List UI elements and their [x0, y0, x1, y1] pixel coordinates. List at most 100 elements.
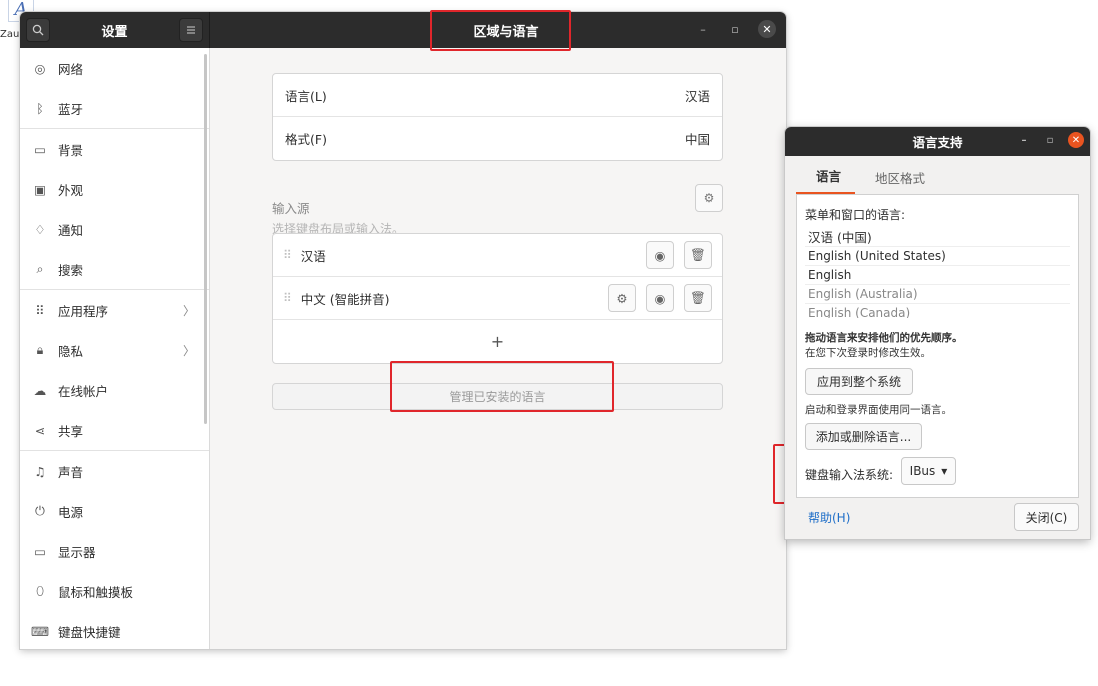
- chevron-right-icon: 〉: [182, 343, 195, 358]
- add-remove-languages-button[interactable]: 添加或删除语言...: [805, 423, 922, 450]
- sidebar-item-search[interactable]: ⌕ 搜索: [20, 249, 209, 289]
- dialog-close-button[interactable]: 关闭(C): [1014, 503, 1079, 531]
- settings-sidebar: ◎ 网络 ᛒ 蓝牙 ▭ 背景 ▣ 外观 ♢ 通知 ⌕ 搜索 ⠿ 应用程序〉 🔒︎ 隐私〉 ☁︎ 在…: [20, 48, 210, 649]
- language-support-dialog: 语言支持 – ▫ ✕ 语言 地区格式 菜单和窗口的语言: 汉语 (中国) Eng…: [785, 127, 1090, 539]
- cloud-icon: ☁︎: [33, 382, 47, 398]
- close-button[interactable]: ✕: [1068, 132, 1084, 148]
- list-item[interactable]: English (United States): [805, 247, 1070, 266]
- remove-button[interactable]: 🗑︎: [684, 284, 712, 312]
- input-sources-title: 输入源: [272, 201, 310, 216]
- network-icon: ◎: [34, 60, 46, 76]
- sidebar-item-sound[interactable]: ♫ 声音: [20, 451, 209, 491]
- caret-down-icon: ▾: [941, 464, 948, 478]
- input-source-label: 汉语: [300, 248, 326, 264]
- sidebar-item-privacy[interactable]: 🔒︎ 隐私 〉: [20, 330, 209, 370]
- sidebar-item-label: 隐私: [58, 343, 84, 359]
- input-source-row[interactable]: ⠿ 汉语 ◉ 🗑︎: [273, 234, 722, 277]
- trash-icon: 🗑︎: [690, 290, 706, 305]
- language-label: 语言(L): [285, 88, 327, 104]
- tab-language[interactable]: 语言: [796, 166, 856, 194]
- list-item[interactable]: English (Canada): [805, 304, 1070, 318]
- maximize-button[interactable]: ▫: [726, 20, 744, 38]
- tab-regional-formats[interactable]: 地区格式: [855, 168, 939, 194]
- sidebar-item-apps[interactable]: ⠿ 应用程序 〉: [20, 290, 209, 330]
- minimize-button[interactable]: –: [1016, 132, 1032, 148]
- language-row[interactable]: 语言(L) 汉语: [273, 74, 722, 117]
- input-sources-options-button[interactable]: ⚙: [695, 184, 723, 212]
- sidebar-item-appearance[interactable]: ▣ 外观: [20, 169, 209, 209]
- sidebar-item-label: 显示器: [58, 544, 96, 560]
- sidebar-item-online-accounts[interactable]: ☁︎ 在线帐户: [20, 370, 209, 410]
- input-source-settings-button[interactable]: ⚙: [608, 284, 636, 312]
- bell-icon: ♢: [34, 221, 46, 237]
- drag-handle-icon[interactable]: ⠿: [283, 248, 292, 262]
- sidebar-item-keyboard-shortcuts[interactable]: ⌨ 键盘快捷键: [20, 611, 209, 649]
- sidebar-item-background[interactable]: ▭ 背景: [20, 129, 209, 169]
- format-value: 中国: [684, 132, 710, 147]
- sidebar-item-label: 网络: [58, 61, 84, 77]
- sidebar-item-notifications[interactable]: ♢ 通知: [20, 209, 209, 249]
- sidebar-item-bluetooth[interactable]: ᛒ 蓝牙: [20, 88, 209, 128]
- search-button[interactable]: [26, 18, 50, 42]
- sidebar-item-label: 键盘快捷键: [58, 624, 121, 640]
- manage-installed-languages-button[interactable]: 管理已安装的语言: [272, 383, 723, 410]
- sidebar-item-label: 共享: [58, 423, 84, 439]
- page-title: 区域与语言: [473, 24, 539, 40]
- sidebar-item-displays[interactable]: ▭ 显示器: [20, 531, 209, 571]
- menu-language-label: 菜单和窗口的语言:: [805, 208, 906, 222]
- input-source-row[interactable]: ⠿ 中文 (智能拼音) ⚙ ◉ 🗑︎: [273, 277, 722, 320]
- sidebar-item-sharing[interactable]: ⋖ 共享: [20, 410, 209, 450]
- language-value: 汉语: [684, 88, 710, 104]
- list-item[interactable]: 汉语 (中国): [805, 228, 1070, 247]
- list-item[interactable]: English: [805, 266, 1070, 285]
- eye-icon: ◉: [654, 247, 666, 263]
- hamburger-icon: [186, 26, 195, 34]
- dialog-tabs: 语言 地区格式: [796, 165, 1079, 195]
- sidebar-item-label: 鼠标和触摸板: [58, 584, 134, 600]
- plus-icon: +: [490, 332, 505, 351]
- add-input-source-button[interactable]: +: [273, 320, 722, 363]
- keyboard-input-method-select[interactable]: IBus ▾: [901, 457, 956, 485]
- sidebar-item-label: 搜索: [58, 262, 84, 278]
- format-label: 格式(F): [285, 132, 327, 147]
- minimize-button[interactable]: –: [694, 20, 712, 38]
- display-icon: ▭: [34, 543, 46, 559]
- format-row[interactable]: 格式(F) 中国: [273, 117, 722, 160]
- window-controls: – ▫ ✕: [694, 20, 776, 38]
- preview-button[interactable]: ◉: [646, 284, 674, 312]
- preview-button[interactable]: ◉: [646, 241, 674, 269]
- list-item[interactable]: English (Australia): [805, 285, 1070, 304]
- apply-system-wide-button[interactable]: 应用到整个系统: [805, 368, 913, 395]
- sidebar-item-power[interactable]: ⏻ 电源: [20, 491, 209, 531]
- language-tab-content: 菜单和窗口的语言: 汉语 (中国) English (United States…: [796, 195, 1079, 498]
- close-button[interactable]: ✕: [758, 20, 776, 38]
- sidebar-item-label: 在线帐户: [58, 383, 109, 399]
- settings-headerbar: 设置 区域与语言 – ▫ ✕: [20, 12, 786, 48]
- sidebar-item-mouse[interactable]: ⬯ 鼠标和触摸板: [20, 571, 209, 611]
- maximize-button[interactable]: ▫: [1042, 132, 1058, 148]
- remove-button[interactable]: 🗑︎: [684, 241, 712, 269]
- keyboard-input-method-label: 键盘输入法系统:: [805, 468, 894, 482]
- language-format-list: 语言(L) 汉语 格式(F) 中国: [272, 73, 723, 161]
- drag-order-hint: 拖动语言来安排他们的优先顺序。: [805, 332, 963, 344]
- help-button[interactable]: 帮助(H): [808, 509, 850, 526]
- trash-icon: 🗑︎: [690, 247, 706, 262]
- next-login-hint: 在您下次登录时修改生效。: [805, 347, 931, 359]
- drag-handle-icon[interactable]: ⠿: [283, 291, 292, 305]
- share-icon: ⋖: [34, 422, 46, 438]
- input-sources-list: ⠿ 汉语 ◉ 🗑︎ ⠿ 中文 (智能拼音) ⚙ ◉ 🗑︎ +: [272, 233, 723, 364]
- sidebar-item-label: 蓝牙: [58, 101, 84, 117]
- keyboard-input-method-value: IBus: [909, 464, 936, 478]
- background-icon: ▭: [34, 141, 46, 157]
- gear-icon: ⚙: [703, 191, 715, 205]
- input-source-label: 中文 (智能拼音): [300, 291, 390, 307]
- sidebar-item-label: 背景: [58, 142, 84, 158]
- appearance-icon: ▣: [34, 181, 46, 197]
- sidebar-item-label: 通知: [58, 222, 84, 238]
- language-list[interactable]: 汉语 (中国) English (United States) English …: [805, 228, 1070, 318]
- sidebar-item-label: 声音: [58, 464, 84, 480]
- sidebar-item-label: 外观: [58, 182, 84, 198]
- search-icon: ⌕: [36, 261, 44, 276]
- menu-button[interactable]: [178, 18, 203, 42]
- sidebar-item-network[interactable]: ◎ 网络: [20, 48, 209, 88]
